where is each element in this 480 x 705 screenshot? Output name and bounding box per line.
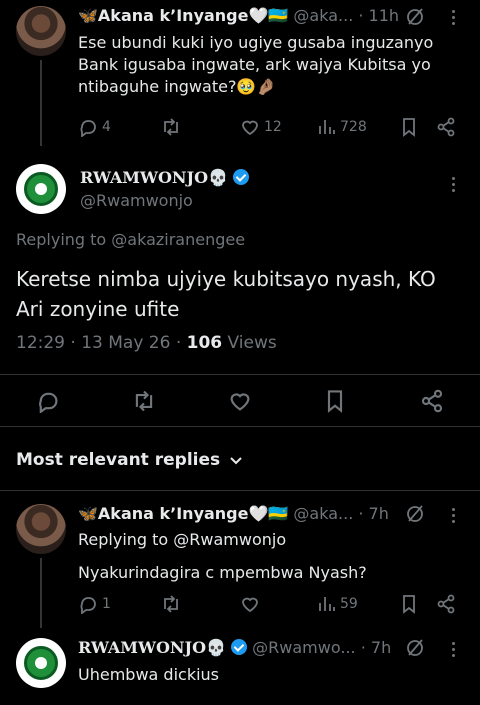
like-button[interactable]: 12 — [240, 117, 282, 137]
tweet1-author-name[interactable]: 🦋Akana k’Inyange🤍🇷🇼 — [78, 6, 288, 25]
bookmark-button[interactable] — [400, 117, 418, 137]
main-retweet-button[interactable] — [131, 389, 157, 413]
like-button[interactable] — [240, 594, 260, 614]
main-replying-to[interactable]: Replying to @akaziranengee — [16, 230, 245, 249]
heart-icon — [242, 120, 258, 136]
share-button[interactable] — [436, 117, 456, 137]
reply1-header: 🦋Akana k’Inyange🤍🇷🇼 @aka... · 7h — [78, 504, 408, 523]
main-timestamp: 12:29 · 13 May 26 · 106 Views — [16, 333, 277, 353]
retweet-icon — [164, 595, 178, 613]
more-options-icon[interactable] — [452, 10, 456, 28]
reply-count: 4 — [102, 119, 111, 135]
reply-icon — [39, 392, 58, 413]
share-icon — [437, 594, 455, 614]
bookmark-icon — [403, 118, 415, 137]
verified-icon — [231, 639, 248, 655]
main-reply-button[interactable] — [36, 389, 60, 413]
main-share-button[interactable] — [420, 389, 444, 413]
sort-label: Most relevant replies — [16, 450, 221, 470]
tweet1-handle[interactable]: @aka... — [293, 6, 353, 25]
more-options-icon[interactable] — [452, 508, 456, 526]
heart-icon — [242, 597, 258, 613]
tweet1-header: 🦋Akana k’Inyange🤍🇷🇼 @aka... · 11h — [78, 6, 408, 25]
thread-line — [40, 60, 42, 146]
reply-button[interactable]: 4 — [78, 117, 111, 137]
main-handle[interactable]: @Rwamwonjo — [80, 191, 193, 210]
retweet-button[interactable] — [160, 594, 182, 614]
divider — [0, 426, 480, 427]
tweet1-time[interactable]: · 11h — [358, 6, 399, 25]
main-text: Keretse nimba ujyiye kubitsayo nyash, KO… — [16, 267, 436, 321]
views-icon — [319, 120, 335, 134]
tweet1-text: Ese ubundi kuki iyo ugiye gusaba inguzan… — [78, 33, 434, 96]
main-author: RWAMWONJO💀 — [80, 168, 250, 187]
share-icon — [421, 389, 443, 413]
main-like-button[interactable] — [228, 389, 252, 413]
reply1-author-name[interactable]: 🦋Akana k’Inyange🤍🇷🇼 — [78, 504, 288, 523]
reply1-time[interactable]: · 7h — [358, 504, 389, 523]
retweet-button[interactable] — [160, 117, 182, 137]
thread-line — [40, 558, 42, 628]
reply-button[interactable]: 1 — [78, 594, 111, 614]
main-bookmark-button[interactable] — [324, 389, 346, 413]
share-icon — [437, 117, 455, 137]
divider — [0, 490, 480, 491]
more-options-icon-main[interactable] — [452, 177, 456, 195]
reply2-handle[interactable]: @Rwamwo... — [252, 638, 355, 657]
grok-icon[interactable] — [404, 637, 426, 659]
reply1-replying-to[interactable]: Replying to @Rwamwonjo — [78, 530, 286, 549]
chevron-down-icon — [230, 457, 242, 465]
reply2-header: RWAMWONJO💀 @Rwamwo... · 7h — [78, 638, 408, 657]
reply2-author-name[interactable]: RWAMWONJO💀 — [78, 638, 226, 657]
views-count: 59 — [340, 596, 358, 612]
reply2-time[interactable]: · 7h — [361, 638, 392, 657]
bookmark-icon — [327, 390, 343, 413]
club-logo — [24, 646, 58, 680]
main-date[interactable]: 12:29 · 13 May 26 · — [16, 333, 187, 353]
retweet-icon — [135, 390, 153, 412]
avatar-akana[interactable] — [16, 6, 66, 56]
main-author-name[interactable]: RWAMWONJO💀 — [80, 168, 228, 187]
main-views-label: Views — [222, 333, 277, 353]
views-button[interactable]: 59 — [318, 594, 358, 614]
views-count: 728 — [340, 119, 367, 135]
views-button[interactable]: 728 — [318, 117, 367, 137]
grok-icon[interactable] — [404, 503, 426, 525]
more-options-icon[interactable] — [452, 642, 456, 660]
avatar-rwamwonjo[interactable] — [16, 164, 66, 214]
reply1-handle[interactable]: @aka... — [293, 504, 353, 523]
avatar-akana-reply[interactable] — [16, 504, 66, 554]
bookmark-icon — [403, 595, 415, 614]
reply-icon — [80, 120, 96, 137]
heart-icon — [230, 393, 250, 411]
share-button[interactable] — [436, 594, 456, 614]
club-logo — [24, 172, 58, 206]
bookmark-button[interactable] — [400, 594, 418, 614]
reply-icon — [80, 597, 96, 614]
verified-icon — [233, 169, 250, 185]
reply-count: 1 — [102, 596, 111, 612]
retweet-icon — [164, 118, 178, 136]
divider — [0, 374, 480, 375]
main-views-count: 106 — [186, 333, 223, 353]
avatar-rwamwonjo-reply[interactable] — [16, 638, 66, 688]
views-icon — [319, 597, 335, 611]
reply2-text: Uhembwa dickius — [78, 665, 219, 684]
reply1-text: Nyakurindagira c mpembwa Nyash? — [78, 563, 367, 582]
grok-icon[interactable] — [404, 6, 426, 28]
like-count: 12 — [264, 119, 282, 135]
sort-replies-dropdown[interactable]: Most relevant replies — [16, 450, 244, 470]
